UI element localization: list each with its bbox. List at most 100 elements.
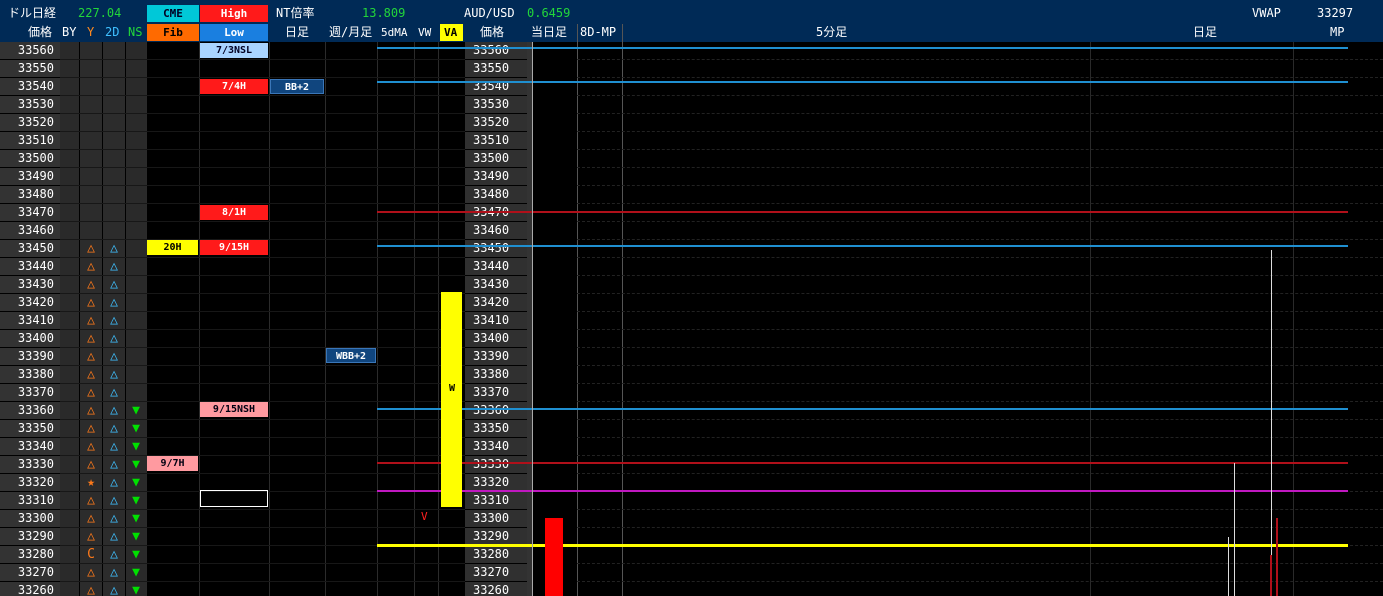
price-left-33340: 33340 — [0, 438, 60, 455]
chart-grid-line — [577, 77, 1383, 78]
2d-triangle-icon: △ — [110, 547, 118, 562]
price-mid-33290: 33290 — [465, 528, 527, 545]
chart-grid-line — [577, 131, 1383, 132]
chart-grid-line — [577, 239, 1383, 240]
y-triangle-icon: △ — [87, 385, 95, 400]
y-star-icon: ★ — [87, 475, 95, 490]
tag-wbb2: WBB+2 — [326, 348, 376, 363]
tag-9-7h: 9/7H — [147, 456, 198, 471]
nt-ratio-value: 13.809 — [362, 6, 406, 20]
price-mid-33520: 33520 — [465, 114, 527, 131]
audusd-label: AUD/USD — [464, 6, 515, 20]
mp-divider-2 — [622, 24, 623, 596]
by-column — [60, 42, 79, 596]
tag-9-15h: 9/15H — [200, 240, 268, 255]
y-triangle-icon: △ — [87, 331, 95, 346]
col-y: Y — [87, 25, 95, 39]
level-line-red-1 — [377, 211, 1348, 213]
col-va: VA — [444, 26, 458, 39]
grid-line — [60, 59, 465, 60]
2d-triangle-icon: △ — [110, 241, 118, 256]
tag-7-3nsl: 7/3NSL — [200, 43, 268, 58]
y-triangle-icon: △ — [87, 295, 95, 310]
ns-down-icon: ▼ — [132, 403, 140, 418]
y-triangle-icon: △ — [87, 349, 95, 364]
price-left-33260: 33260 — [0, 582, 60, 596]
2d-triangle-icon: △ — [110, 583, 118, 596]
chart-grid-line — [577, 257, 1383, 258]
vwap-value: 33297 — [1317, 6, 1354, 20]
price-left-33530: 33530 — [0, 96, 60, 113]
2d-triangle-icon: △ — [110, 529, 118, 544]
price-left-33450: 33450 — [0, 240, 60, 257]
2d-triangle-icon: △ — [110, 439, 118, 454]
price-left-33270: 33270 — [0, 564, 60, 581]
col-price: 価格 — [28, 25, 53, 39]
price-mid-33560: 33560 — [465, 42, 527, 59]
price-mid-33450: 33450 — [465, 240, 527, 257]
price-mid-33380: 33380 — [465, 366, 527, 383]
price-left-33500: 33500 — [0, 150, 60, 167]
grid-line — [60, 113, 465, 114]
cme-label: CME — [147, 5, 199, 22]
price-mid-33440: 33440 — [465, 258, 527, 275]
daily-candle-red-1 — [1276, 518, 1278, 596]
ns-down-icon: ▼ — [132, 565, 140, 580]
daily-wick-3 — [1271, 250, 1272, 596]
trading-board: ドル日経 227.04 CME High Fib Low NT倍率 13.809… — [0, 0, 1383, 596]
price-mid-33430: 33430 — [465, 276, 527, 293]
daily-wick-2 — [1228, 537, 1229, 596]
col-2d: 2D — [105, 25, 120, 39]
price-left-33430: 33430 — [0, 276, 60, 293]
price-mid-33530: 33530 — [465, 96, 527, 113]
chart-grid-line — [577, 311, 1383, 312]
price-mid-33300: 33300 — [465, 510, 527, 527]
2d-triangle-icon: △ — [110, 403, 118, 418]
price-mid-33270: 33270 — [465, 564, 527, 581]
ns-down-icon: ▼ — [132, 493, 140, 508]
price-left-33410: 33410 — [0, 312, 60, 329]
price-left-33310: 33310 — [0, 492, 60, 509]
2d-triangle-icon: △ — [110, 277, 118, 292]
col-mp: MP — [1330, 25, 1345, 39]
col-8d-mp: 8D-MP — [580, 25, 617, 39]
price-left-33510: 33510 — [0, 132, 60, 149]
price-mid-33390: 33390 — [465, 348, 527, 365]
price-left-33380: 33380 — [0, 366, 60, 383]
2d-triangle-icon: △ — [110, 475, 118, 490]
col-daily-2: 日足 — [1193, 25, 1218, 39]
price-left-33390: 33390 — [0, 348, 60, 365]
daily-candle-red-2 — [1270, 555, 1272, 596]
y-triangle-icon: △ — [87, 583, 95, 596]
price-mid-33490: 33490 — [465, 168, 527, 185]
price-mid-33420: 33420 — [465, 294, 527, 311]
price-left-33540: 33540 — [0, 78, 60, 95]
y-triangle-icon: △ — [87, 367, 95, 382]
col-daily: 日足 — [285, 25, 310, 39]
mp-divider-1 — [577, 24, 578, 596]
ns-down-icon: ▼ — [132, 439, 140, 454]
nikkei-dollar-label: ドル日経 — [8, 6, 57, 20]
level-line-cyan-1 — [377, 47, 1348, 49]
2d-triangle-icon: △ — [110, 259, 118, 274]
chart-grid-line — [577, 365, 1383, 366]
chart-grid-line — [577, 455, 1383, 456]
2d-triangle-icon: △ — [110, 331, 118, 346]
price-left-33360: 33360 — [0, 402, 60, 419]
daily-wick-1 — [1234, 463, 1235, 596]
selected-cell[interactable] — [200, 490, 268, 507]
chart-grid-line — [577, 149, 1383, 150]
level-line-cyan-3 — [377, 245, 1348, 247]
vwap-label: VWAP — [1252, 6, 1281, 20]
ns-down-icon: ▼ — [132, 421, 140, 436]
2d-triangle-icon: △ — [110, 493, 118, 508]
price-left-33350: 33350 — [0, 420, 60, 437]
price-mid-33550: 33550 — [465, 60, 527, 77]
y-triangle-icon: △ — [87, 565, 95, 580]
chart-grid-line — [577, 437, 1383, 438]
grid-line — [60, 203, 465, 204]
chart-grid-line — [577, 59, 1383, 60]
2d-triangle-icon: △ — [110, 349, 118, 364]
price-left-33370: 33370 — [0, 384, 60, 401]
price-left-33560: 33560 — [0, 42, 60, 59]
